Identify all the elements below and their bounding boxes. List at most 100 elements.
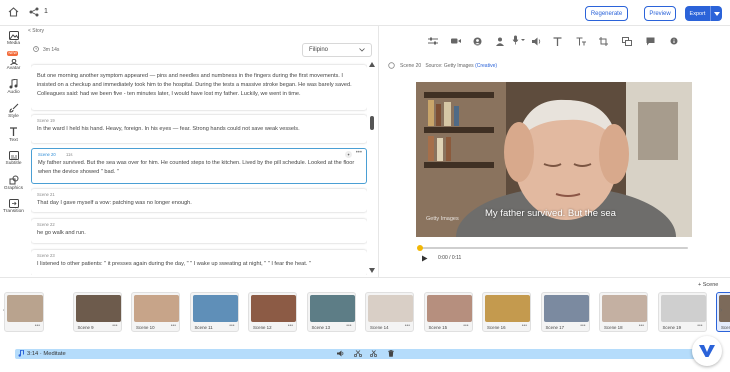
split-icon[interactable] — [354, 350, 362, 357]
regenerate-button[interactable]: Regenerate — [585, 6, 628, 21]
scene-card[interactable]: Scene 22 he go walk and run. — [31, 219, 367, 243]
export-button[interactable]: Export — [685, 6, 722, 21]
user-icon[interactable] — [496, 37, 504, 46]
share-icon[interactable] — [29, 7, 39, 17]
scene-card[interactable]: Scene 23 I listened to other patients: "… — [31, 250, 367, 275]
sidebar-item-subtitle[interactable]: Subtitle — [0, 151, 27, 166]
sidebar-item-style[interactable]: Style — [0, 103, 27, 119]
scene-text[interactable]: But one morning another symptom appeared… — [37, 72, 359, 99]
more-options-icon[interactable]: ••• — [288, 323, 293, 329]
volume-icon[interactable] — [337, 350, 345, 357]
scene-source-info: Scene 20 Source: Getty Images (Creative) — [400, 63, 497, 69]
brand-logo-icon — [699, 345, 715, 357]
scene-thumbnail[interactable]: Scene 10 ••• — [131, 292, 180, 332]
scene-thumbnail[interactable]: Scene 20••• — [716, 292, 730, 332]
scene-thumbnail-image — [485, 295, 530, 322]
scene-card[interactable]: Scene 21 That day I gave myself a vow: p… — [31, 189, 367, 212]
scene-settings-icon[interactable] — [388, 62, 395, 69]
language-select[interactable]: Filipino — [302, 43, 372, 57]
scene-thumbnail[interactable]: ••• — [4, 292, 44, 332]
scene-card[interactable]: But one morning another symptom appeared… — [31, 65, 367, 110]
sidebar-item-transition[interactable]: Transition — [0, 199, 27, 214]
scene-thumbnail[interactable]: Scene 19 ••• — [657, 292, 707, 332]
more-options-icon[interactable]: ••• — [35, 323, 40, 329]
scene-thumbnail[interactable]: Scene 16 ••• — [482, 292, 531, 332]
more-options-icon[interactable]: ••• — [171, 323, 176, 329]
back-to-story-link[interactable]: < Story — [28, 28, 44, 34]
more-options-icon[interactable]: ••• — [346, 323, 351, 329]
sidebar-item-text[interactable]: Text — [0, 127, 27, 143]
scene-thumbnail[interactable]: Scene 12 ••• — [248, 292, 297, 332]
microphone-icon[interactable] — [512, 35, 526, 45]
sidebar-item-label: Audio — [7, 90, 20, 95]
volume-icon[interactable] — [532, 37, 542, 46]
more-options-icon[interactable]: ••• — [112, 323, 117, 329]
more-options-icon[interactable]: ••• — [697, 323, 702, 329]
audio-settings-icon[interactable] — [370, 350, 379, 357]
sliders-icon[interactable] — [428, 37, 438, 45]
panel-divider — [378, 26, 379, 277]
crop-icon[interactable] — [599, 37, 608, 46]
camera-icon[interactable] — [451, 37, 461, 45]
scene-thumbnail[interactable]: Scene 9 ••• — [72, 292, 122, 332]
more-options-icon[interactable]: ••• — [405, 323, 410, 329]
sidebar-item-label: Graphics — [3, 186, 24, 191]
more-options-icon[interactable]: ••• — [463, 323, 468, 329]
add-scene-button[interactable]: + Scene — [698, 282, 718, 288]
avatar-circle-icon[interactable] — [473, 37, 482, 46]
sidebar-item-avatar[interactable]: NEW Avatar — [0, 51, 27, 71]
video-caption: My father survived. But the sea — [485, 208, 616, 219]
home-icon[interactable] — [8, 7, 19, 17]
scrollbar-thumb[interactable] — [370, 116, 374, 130]
text-tool-icon[interactable] — [553, 37, 562, 46]
ai-rewrite-icon[interactable]: ✦ — [345, 151, 352, 158]
script-scrollbar[interactable] — [369, 60, 376, 275]
scene-thumbnail[interactable]: Scene 15 ••• — [423, 292, 473, 332]
preview-button[interactable]: Preview — [644, 6, 676, 21]
scene-thumbnail[interactable]: Scene 17 ••• — [540, 292, 590, 332]
brand-logo-button[interactable] — [692, 336, 722, 366]
more-options-icon[interactable]: ••• — [356, 150, 362, 156]
trash-icon[interactable] — [388, 350, 394, 357]
sidebar-item-audio[interactable]: Audio — [0, 79, 27, 95]
scene-thumbnail[interactable]: Scene 13 ••• — [306, 292, 356, 332]
sidebar-item-label: Transition — [3, 209, 24, 214]
scene-text[interactable]: I listened to other patients: " it press… — [37, 260, 359, 269]
sidebar-item-graphics[interactable]: Graphics — [0, 175, 27, 191]
graphics-icon — [9, 175, 19, 185]
info-icon[interactable] — [670, 37, 678, 45]
source-tag[interactable]: (Creative) — [475, 63, 497, 69]
sidebar-item-label: Media — [6, 41, 21, 46]
text-icon — [9, 127, 18, 137]
more-options-icon[interactable]: ••• — [522, 323, 527, 329]
sidebar-item-label: Style — [8, 114, 19, 119]
layers-icon[interactable] — [622, 37, 632, 46]
sidebar-item-media[interactable]: Media — [0, 31, 27, 46]
scene-text[interactable]: That day I gave myself a vow: patching w… — [37, 199, 359, 208]
scene-thumbnail-image — [7, 295, 43, 322]
scene-thumbnail[interactable]: Scene 14 ••• — [365, 292, 414, 332]
playback-progress[interactable] — [417, 245, 688, 251]
chevron-right-icon[interactable]: › — [720, 307, 722, 314]
sidebar-item-label: Subtitle — [5, 161, 22, 166]
scene-card[interactable]: Scene 19 In the ward I held his hand. He… — [31, 115, 367, 143]
scene-thumbnail[interactable]: Scene 11 ••• — [189, 292, 239, 332]
scene-text[interactable]: My father survived. But the sea was over… — [38, 159, 358, 177]
scene-text[interactable]: In the ward I held his hand. Heavy, fore… — [37, 125, 359, 134]
scene-text[interactable]: he go walk and run. — [37, 229, 359, 238]
more-options-icon[interactable]: ••• — [639, 323, 644, 329]
progress-knob[interactable] — [417, 245, 423, 251]
play-icon[interactable] — [421, 255, 428, 262]
scene-thumbnail[interactable]: Scene 18 ••• — [599, 292, 648, 332]
music-note-icon — [18, 350, 24, 357]
text-style-icon[interactable] — [576, 37, 586, 46]
more-options-icon[interactable]: ••• — [580, 323, 585, 329]
audio-track[interactable]: 3:14 · Meditate — [15, 349, 716, 359]
left-sidebar: Media NEW Avatar Audio Style Text Subtit… — [0, 26, 27, 276]
scene-thumbnail-image — [309, 295, 355, 322]
scene-card-active[interactable]: Scene 20 11s ✦ ••• My father survived. B… — [31, 148, 367, 184]
scene-label: Scene 22 — [37, 222, 55, 227]
more-options-icon[interactable]: ••• — [229, 323, 234, 329]
chevron-down-icon[interactable] — [710, 6, 722, 21]
comment-icon[interactable] — [646, 37, 655, 46]
